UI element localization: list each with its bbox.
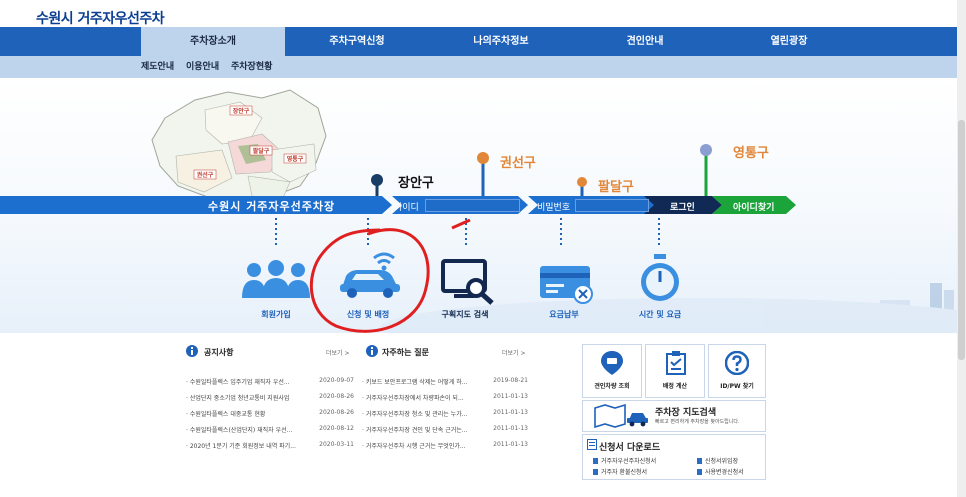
subnav-item-system[interactable]: 제도안내 (141, 56, 174, 78)
svg-text:팔달구: 팔달구 (253, 147, 270, 155)
faq-panel: 자주하는 질문 더보기 > · 키보드 보안프로그램 삭제는 어떻게 하... 2… (360, 340, 530, 460)
signup-button[interactable] (236, 260, 316, 302)
subnav-item-status[interactable]: 주차장현황 (231, 56, 272, 78)
list-item[interactable]: · 산업단지 중소기업 청년교통비 지원사업 2020-08-26 (186, 393, 354, 402)
download-doc-icon (587, 439, 597, 450)
people-icon (242, 260, 310, 298)
map-car-icon (594, 404, 648, 428)
sub-nav: 제도안내 이용안내 주차장현황 (0, 56, 957, 78)
info-icon (186, 345, 198, 357)
download-item[interactable]: 사용변경신청서 (697, 467, 744, 476)
site-title: 수원시 거주자우선주차 (36, 11, 165, 27)
list-item[interactable]: · 거주자우선주차장 청소 및 관리는 누가... 2011-01-13 (362, 409, 528, 418)
tow-lookup-button[interactable]: 견인차량 조회 (582, 344, 642, 398)
time-fee-label[interactable]: 시간 및 요금 (615, 309, 705, 320)
download-item[interactable]: 신청서위임장 (697, 456, 738, 465)
login-button[interactable]: 로그인 (670, 200, 695, 213)
notice-title: 공지사항 (204, 348, 234, 357)
list-item[interactable]: · 수원일타플렉스(산업단지) 재직자 우선... 2020-08-12 (186, 425, 354, 434)
scrollbar-thumb[interactable] (958, 120, 965, 360)
page-scrollbar[interactable] (957, 0, 966, 497)
notice-more-link[interactable]: 더보기 > (326, 348, 350, 357)
map-search-desc: 빠르고 편리하게 주차장을 찾아드립니다. (655, 419, 740, 425)
id-label: 아이디 (394, 203, 419, 213)
list-item[interactable]: · 수원일타플렉스 입주기업 재직자 우선... 2020-09-07 (186, 377, 354, 386)
notice-panel: 공지사항 더보기 > · 수원일타플렉스 입주기업 재직자 우선... 2020-… (180, 340, 356, 460)
password-input[interactable] (575, 199, 649, 212)
pw-label: 비밀번호 (537, 203, 571, 213)
map-search-label[interactable]: 구획지도 검색 (420, 309, 510, 320)
downloads-panel: 신청서 다운로드 거주자우선주차신청서 신청서위임장 거주자 환불신청서 사용변… (582, 434, 766, 480)
logo-crescent-icon (15, 9, 27, 27)
tow-pin-icon (601, 351, 623, 375)
payment-label[interactable]: 요금납부 (519, 309, 609, 320)
stopwatch-icon (641, 254, 679, 301)
list-item[interactable]: · 2020년 1분기 기준 회원정보 내역 파기... 2020-03-11 (186, 441, 354, 450)
id-input[interactable] (425, 199, 520, 212)
list-item[interactable]: · 거주자우선주차장 견인 및 단속 근거는... 2011-01-13 (362, 425, 528, 434)
pin-label-paldal[interactable]: 팔달구 (598, 176, 634, 195)
downloads-title: 신청서 다운로드 (599, 443, 661, 453)
assign-calc-label: 배정 계산 (662, 383, 688, 390)
parking-map-search-button[interactable]: 주차장 지도검색 빠르고 편리하게 주차장을 찾아드립니다. (582, 400, 766, 432)
faq-icon (366, 345, 378, 357)
faq-title: 자주하는 질문 (382, 348, 429, 357)
pin-label-gwonseon[interactable]: 권선구 (500, 152, 536, 171)
map-search-icon-button[interactable] (440, 258, 500, 306)
nav-item-towing[interactable]: 견인안내 (573, 27, 717, 56)
nav-item-open-square[interactable]: 열린광장 (717, 27, 861, 56)
hero-banner: 장안구 팔달구 영통구 권선구 장안구 권선구 팔달구 영통구 수원시 거주자우… (0, 78, 957, 333)
download-item[interactable]: 거주자우선주차신청서 (593, 456, 656, 465)
find-idpw-button[interactable]: ID/PW 찾기 (708, 344, 766, 398)
pin-label-jangan[interactable]: 장안구 (398, 172, 434, 191)
assign-calc-button[interactable]: 배정 계산 (645, 344, 705, 398)
download-item[interactable]: 거주자 환불신청서 (593, 467, 647, 476)
find-idpw-label: ID/PW 찾기 (720, 383, 754, 390)
payment-button[interactable] (538, 264, 596, 304)
map-search-title: 주차장 지도검색 (655, 408, 717, 418)
signup-label[interactable]: 회원가입 (231, 309, 321, 320)
list-item[interactable]: · 거주자우선주차 시행 근거는 무엇인가... 2011-01-13 (362, 441, 528, 450)
clipboard-icon (666, 351, 686, 375)
apply-assign-label[interactable]: 신청 및 배정 (323, 309, 413, 320)
nav-item-apply[interactable]: 주차구역신청 (285, 27, 429, 56)
svg-text:영통구: 영통구 (287, 155, 304, 163)
faq-more-link[interactable]: 더보기 > (502, 348, 526, 357)
tow-lookup-label: 견인차량 조회 (594, 383, 630, 390)
time-fee-button[interactable] (637, 254, 683, 304)
nav-item-parking-intro[interactable]: 주차장소개 (141, 27, 285, 56)
apply-assign-button[interactable] (336, 248, 410, 300)
svg-text:권선구: 권선구 (197, 171, 214, 179)
main-nav: 주차장소개 주차구역신청 나의주차정보 견인안내 열린광장 (0, 27, 957, 56)
list-item[interactable]: · 키보드 보안프로그램 삭제는 어떻게 하... 2019-08-21 (362, 377, 528, 386)
find-id-button[interactable]: 아이디찾기 (733, 200, 774, 213)
list-item[interactable]: · 거주자우선주차장에서 차량파손이 되... 2011-01-13 (362, 393, 528, 402)
banner-title: 수원시 거주자우선주차장 (208, 200, 336, 213)
question-icon (725, 351, 749, 375)
car-wifi-icon (340, 252, 400, 298)
svg-text:장안구: 장안구 (233, 107, 250, 115)
subnav-item-usage[interactable]: 이용안내 (186, 56, 219, 78)
list-item[interactable]: · 수원일타플렉스 대중교통 현황 2020-08-26 (186, 409, 354, 418)
district-map: 장안구 팔달구 영통구 권선구 (151, 89, 327, 207)
card-icon (540, 266, 593, 304)
nav-item-my-parking[interactable]: 나의주차정보 (429, 27, 573, 56)
pin-label-yeongtong[interactable]: 영통구 (733, 142, 769, 161)
monitor-search-icon (441, 259, 494, 305)
